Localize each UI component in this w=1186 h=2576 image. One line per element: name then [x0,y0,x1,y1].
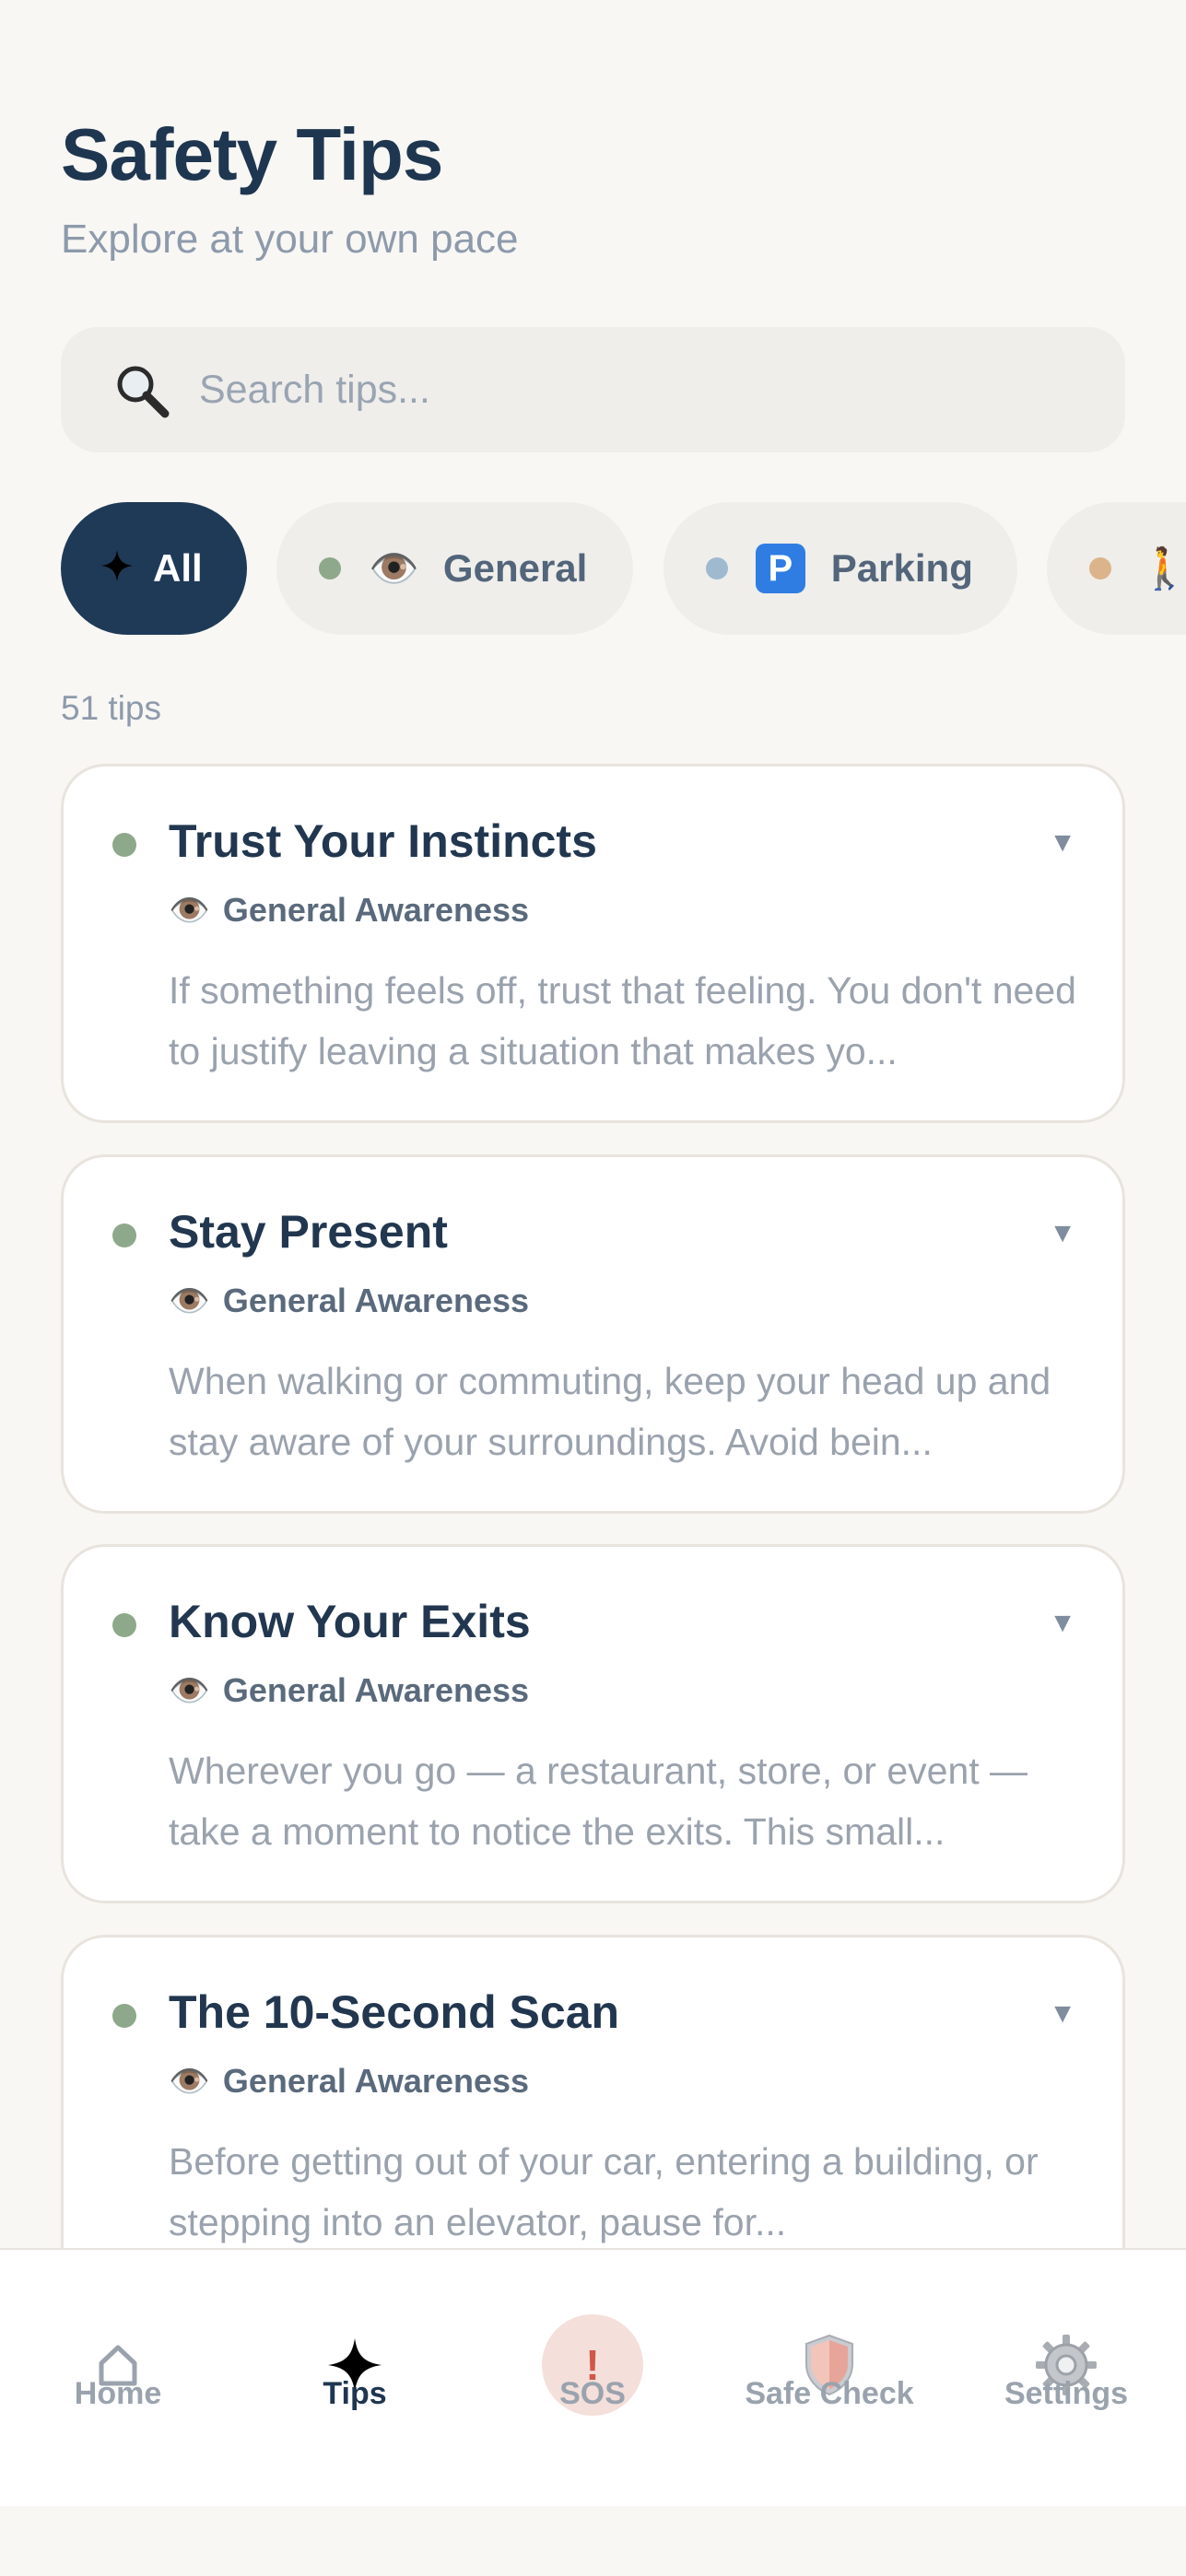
tip-category: 👁️ General Awareness [169,1282,529,1320]
chevron-down-icon[interactable]: ▼ [1049,827,1076,859]
category-dot [112,1613,136,1637]
filter-chip-label: All [153,546,203,590]
tip-category-label: General Awareness [222,2062,530,2100]
search-bar[interactable]: Search tips... [61,327,1125,452]
search-icon [109,357,173,422]
page-header: Safety Tips Explore at your own pace [61,118,519,260]
sparkle-icon [101,546,133,591]
tip-card[interactable]: The 10-Second Scan ▼ 👁️ General Awarenes… [61,1935,1125,2294]
tip-count: 51 tips [61,689,162,727]
tab-settings[interactable]: Settings [965,2250,1168,2506]
tip-category-label: General Awareness [222,1282,530,1319]
tip-category-label: General Awareness [222,891,530,929]
tip-category-label: General Awareness [222,1671,530,1709]
eye-icon: 👁️ [369,546,419,591]
tip-body: Before getting out of your car, entering… [169,2140,1039,2243]
chevron-down-icon[interactable]: ▼ [1049,1608,1076,1639]
tab-label: Home [74,2376,162,2411]
tab-home[interactable]: Home [17,2250,219,2506]
tab-label: SOS [559,2376,626,2411]
tip-body: When walking or commuting, keep your hea… [169,1360,1051,1463]
filter-chip-general[interactable]: 👁️ General [276,502,634,635]
tip-body: Wherever you go — a restaurant, store, o… [169,1750,1028,1853]
tab-label: Settings [1004,2376,1129,2411]
eye-icon: 👁️ [169,891,210,929]
tip-title: Trust Your Instincts [169,815,597,867]
search-input[interactable]: Search tips... [199,368,430,413]
tip-title: The 10-Second Scan [169,1986,620,2038]
tab-label: Safe Check [745,2376,914,2411]
bottom-tab-bar: Home Tips ! SOS Safe Check Settings [0,2248,1186,2506]
tip-card[interactable]: Know Your Exits ▼ 👁️ General Awareness W… [61,1544,1125,1903]
category-dot [1089,557,1112,580]
tip-title: Know Your Exits [169,1596,531,1647]
page-subtitle: Explore at your own pace [61,217,519,262]
tab-tips[interactable]: Tips [253,2250,456,2506]
tip-title: Stay Present [169,1206,448,1258]
tip-card[interactable]: Trust Your Instincts ▼ 👁️ General Awaren… [61,764,1125,1123]
walking-person-icon: 🚶 [1139,546,1186,591]
filter-chip-all[interactable]: All [61,502,247,635]
tip-category: 👁️ General Awareness [169,2062,529,2101]
category-filter-row: All 👁️ General P Parking 🚶 W [61,502,1186,635]
tip-body: If something feels off, trust that feeli… [169,969,1076,1072]
chevron-down-icon[interactable]: ▼ [1049,1998,1076,2030]
eye-icon: 👁️ [169,1671,210,1709]
tab-label: Tips [323,2376,387,2411]
tip-category: 👁️ General Awareness [169,1671,529,1710]
tab-safe-check[interactable]: Safe Check [728,2250,931,2506]
category-dot [112,833,136,857]
filter-chip-walking[interactable]: 🚶 W [1047,502,1186,635]
parking-icon: P [755,544,805,593]
eye-icon: 👁️ [169,1282,210,1319]
category-dot [112,2004,136,2028]
page-title: Safety Tips [61,113,443,195]
filter-chip-parking[interactable]: P Parking [663,502,1017,635]
tip-category: 👁️ General Awareness [169,891,529,930]
category-dot [319,557,342,580]
tab-sos[interactable]: ! SOS [491,2250,694,2506]
chevron-down-icon[interactable]: ▼ [1049,1218,1076,1249]
eye-icon: 👁️ [169,2062,210,2100]
category-dot [705,557,728,580]
filter-chip-label: General [442,546,588,590]
category-dot [112,1224,136,1247]
filter-chip-label: Parking [830,546,973,590]
tip-card[interactable]: Stay Present ▼ 👁️ General Awareness When… [61,1154,1125,1514]
